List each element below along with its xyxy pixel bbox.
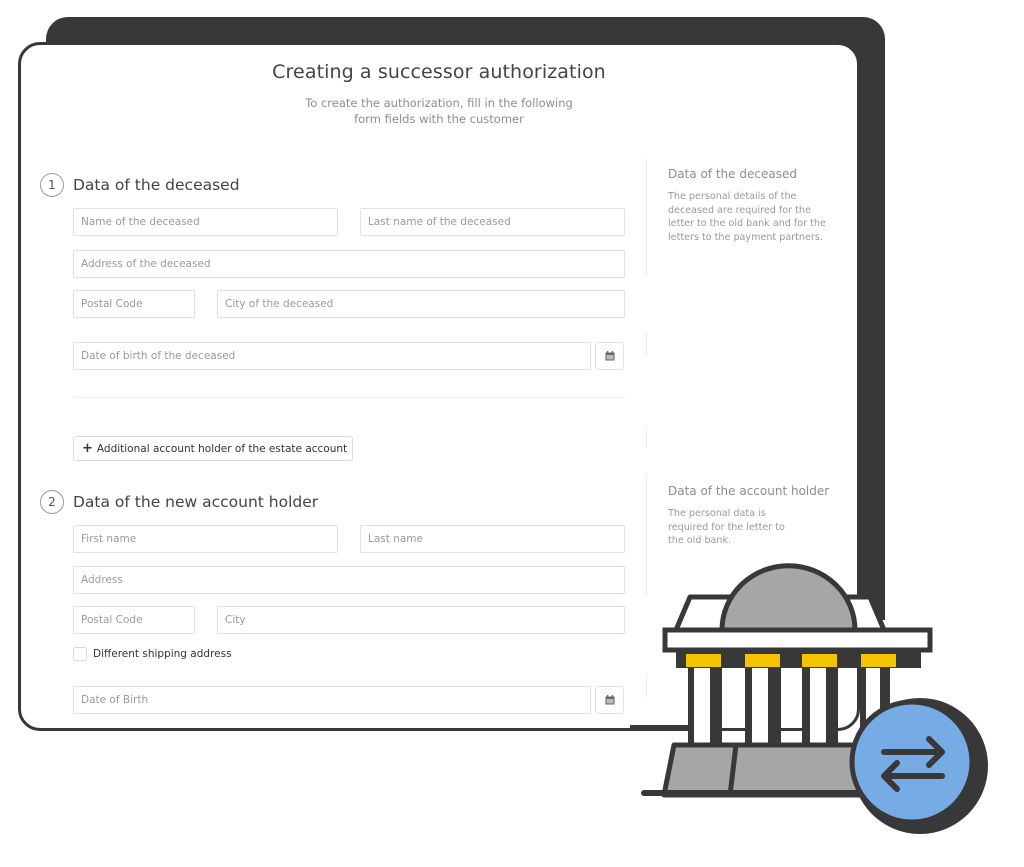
holder-dob-field[interactable]: [73, 686, 591, 714]
plus-icon: +: [82, 441, 93, 456]
deceased-dob-calendar-button[interactable]: [595, 342, 624, 370]
add-estate-account-holder-button[interactable]: + Additional account holder of the estat…: [73, 436, 354, 461]
different-shipping-address-checkbox[interactable]: [73, 647, 87, 661]
side-info-line: the old bank.: [668, 535, 732, 546]
side-divider: [646, 426, 647, 448]
holder-city-field[interactable]: [217, 606, 625, 634]
side-info-line: required for the letter to: [668, 521, 785, 533]
holder-last-name-input[interactable]: [366, 532, 624, 546]
section-1-header: 1 Data of the deceased: [40, 173, 240, 197]
deceased-first-name-field[interactable]: [73, 208, 338, 236]
deceased-city-input[interactable]: [223, 297, 624, 311]
section-divider: [73, 397, 625, 398]
deceased-address-field[interactable]: [73, 250, 625, 278]
holder-dob-calendar-button[interactable]: [595, 686, 624, 714]
section-title: Data of the new account holder: [73, 493, 319, 511]
side-info-line: The personal details of the: [668, 191, 797, 202]
calendar-icon: [605, 351, 614, 361]
section-title: Data of the deceased: [73, 176, 240, 194]
side-info-line: letters to the payment partners.: [668, 231, 823, 243]
side-info-text: The personal details of the deceased are…: [668, 190, 826, 244]
side-info-line: The personal data is: [668, 508, 766, 519]
holder-last-name-field[interactable]: [360, 525, 625, 553]
page-title: Creating a successor authorization: [272, 61, 606, 83]
deceased-last-name-field[interactable]: [360, 208, 625, 236]
holder-postal-code-field[interactable]: [73, 606, 195, 634]
calendar-icon: [605, 695, 614, 705]
holder-first-name-field[interactable]: [73, 525, 338, 553]
holder-address-field[interactable]: [73, 566, 625, 594]
step-number-badge: 1: [40, 173, 64, 197]
holder-address-input[interactable]: [79, 573, 624, 587]
different-shipping-address-option[interactable]: Different shipping address: [73, 647, 232, 661]
side-info-text: The personal data is required for the le…: [668, 507, 785, 548]
deceased-dob-input[interactable]: [79, 349, 590, 363]
side-info-heading: Data of the account holder: [668, 484, 830, 498]
add-button-label: Additional account holder of the estate …: [96, 442, 348, 455]
deceased-city-field[interactable]: [217, 290, 625, 318]
side-info-heading: Data of the deceased: [668, 167, 797, 181]
checkbox-label: Different shipping address: [93, 648, 232, 660]
page-subtitle: To create the authorization, fill in the…: [21, 95, 857, 127]
deceased-last-name-input[interactable]: [366, 215, 624, 229]
bank-transfer-illustration: [630, 560, 988, 834]
holder-first-name-input[interactable]: [79, 532, 337, 546]
holder-postal-code-input[interactable]: [79, 613, 194, 627]
side-info-line: deceased are required for the: [668, 204, 811, 216]
deceased-address-input[interactable]: [79, 257, 624, 271]
side-divider: [646, 333, 647, 355]
subtitle-line: To create the authorization, fill in the…: [305, 96, 573, 110]
deceased-postal-code-field[interactable]: [73, 290, 195, 318]
deceased-first-name-input[interactable]: [79, 215, 337, 229]
transfer-arrows-icon: [849, 698, 988, 834]
side-info-line: letter to the old bank and for the: [668, 218, 826, 229]
holder-dob-input[interactable]: [79, 693, 590, 707]
holder-city-input[interactable]: [223, 613, 624, 627]
section-2-header: 2 Data of the new account holder: [40, 490, 318, 514]
subtitle-line: form fields with the customer: [354, 112, 524, 126]
step-number-badge: 2: [40, 490, 64, 514]
deceased-postal-code-input[interactable]: [79, 297, 194, 311]
side-divider: [646, 158, 647, 275]
deceased-dob-field[interactable]: [73, 342, 591, 370]
